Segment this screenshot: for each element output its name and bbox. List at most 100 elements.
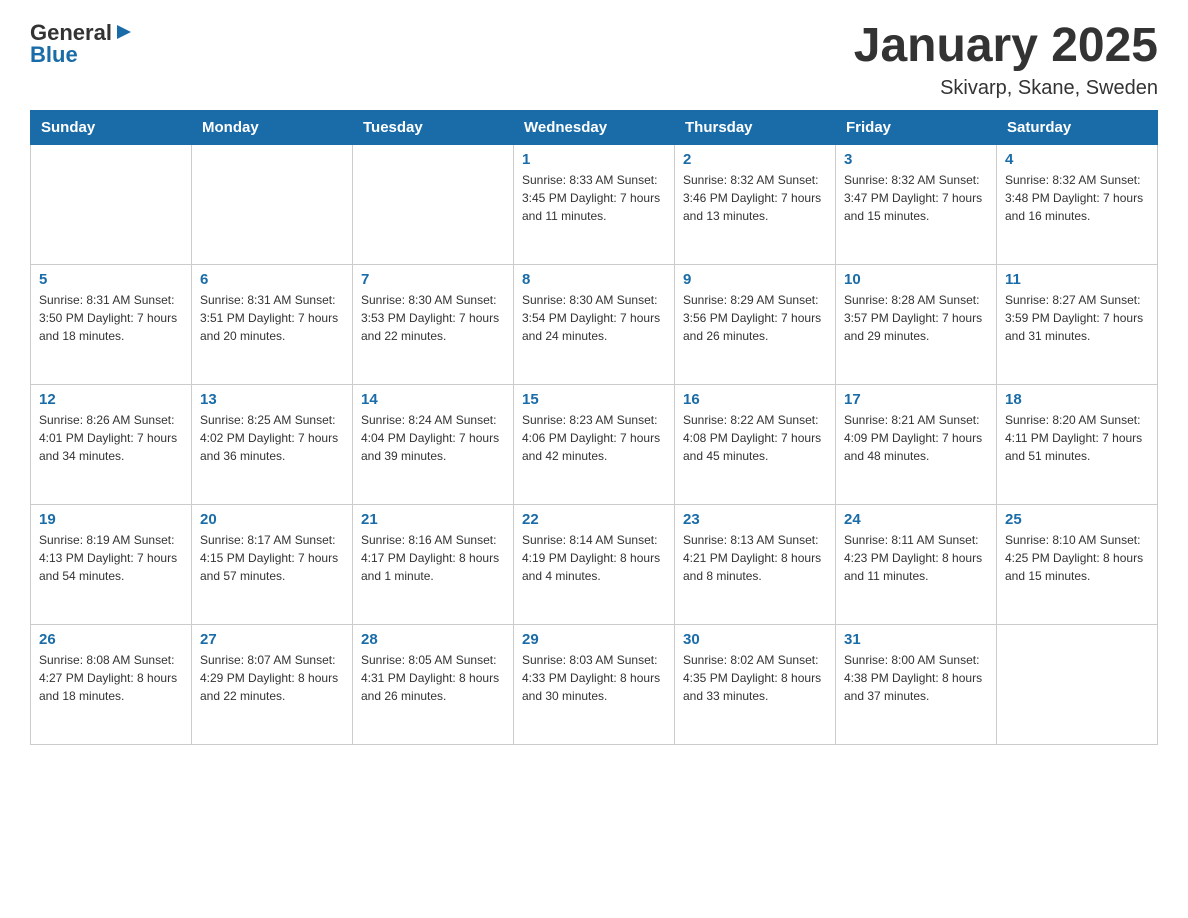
day-number: 30	[683, 631, 827, 648]
calendar-cell: 27 Sunrise: 8:07 AM Sunset: 4:29 PM Dayli…	[192, 624, 353, 744]
calendar-cell: 16 Sunrise: 8:22 AM Sunset: 4:08 PM Dayli…	[675, 384, 836, 504]
calendar-cell: 26 Sunrise: 8:08 AM Sunset: 4:27 PM Dayli…	[31, 624, 192, 744]
day-number: 3	[844, 151, 988, 168]
calendar-week-3: 19 Sunrise: 8:19 AM Sunset: 4:13 PM Dayli…	[31, 504, 1158, 624]
day-number: 22	[522, 511, 666, 528]
day-info: Sunrise: 8:27 AM Sunset: 3:59 PM Dayligh…	[1005, 291, 1149, 345]
calendar-cell: 22 Sunrise: 8:14 AM Sunset: 4:19 PM Dayli…	[514, 504, 675, 624]
day-info: Sunrise: 8:31 AM Sunset: 3:50 PM Dayligh…	[39, 291, 183, 345]
day-number: 2	[683, 151, 827, 168]
day-number: 24	[844, 511, 988, 528]
day-number: 13	[200, 391, 344, 408]
calendar-cell: 24 Sunrise: 8:11 AM Sunset: 4:23 PM Dayli…	[836, 504, 997, 624]
day-number: 8	[522, 271, 666, 288]
day-number: 7	[361, 271, 505, 288]
calendar-title: January 2025	[854, 20, 1158, 73]
day-number: 31	[844, 631, 988, 648]
day-number: 19	[39, 511, 183, 528]
day-info: Sunrise: 8:20 AM Sunset: 4:11 PM Dayligh…	[1005, 411, 1149, 465]
day-info: Sunrise: 8:03 AM Sunset: 4:33 PM Dayligh…	[522, 651, 666, 705]
day-number: 29	[522, 631, 666, 648]
calendar-table: SundayMondayTuesdayWednesdayThursdayFrid…	[30, 110, 1158, 745]
day-number: 20	[200, 511, 344, 528]
calendar-cell: 30 Sunrise: 8:02 AM Sunset: 4:35 PM Dayli…	[675, 624, 836, 744]
calendar-cell: 17Sunrise: 8:21 AM Sunset: 4:09 PM Dayli…	[836, 384, 997, 504]
day-number: 6	[200, 271, 344, 288]
day-info: Sunrise: 8:16 AM Sunset: 4:17 PM Dayligh…	[361, 531, 505, 585]
day-number: 5	[39, 271, 183, 288]
calendar-cell: 6 Sunrise: 8:31 AM Sunset: 3:51 PM Daylig…	[192, 264, 353, 384]
day-info: Sunrise: 8:00 AM Sunset: 4:38 PM Dayligh…	[844, 651, 988, 705]
calendar-body: 1 Sunrise: 8:33 AM Sunset: 3:45 PM Daylig…	[31, 144, 1158, 744]
calendar-cell: 9 Sunrise: 8:29 AM Sunset: 3:56 PM Daylig…	[675, 264, 836, 384]
day-info: Sunrise: 8:08 AM Sunset: 4:27 PM Dayligh…	[39, 651, 183, 705]
day-number: 1	[522, 151, 666, 168]
day-info: Sunrise: 8:07 AM Sunset: 4:29 PM Dayligh…	[200, 651, 344, 705]
header-cell-sunday: Sunday	[31, 110, 192, 144]
day-info: Sunrise: 8:05 AM Sunset: 4:31 PM Dayligh…	[361, 651, 505, 705]
calendar-cell: 29 Sunrise: 8:03 AM Sunset: 4:33 PM Dayli…	[514, 624, 675, 744]
day-number: 25	[1005, 511, 1149, 528]
day-info: Sunrise: 8:14 AM Sunset: 4:19 PM Dayligh…	[522, 531, 666, 585]
header-cell-friday: Friday	[836, 110, 997, 144]
day-number: 16	[683, 391, 827, 408]
day-number: 23	[683, 511, 827, 528]
day-number: 14	[361, 391, 505, 408]
day-info: Sunrise: 8:26 AM Sunset: 4:01 PM Dayligh…	[39, 411, 183, 465]
day-info: Sunrise: 8:22 AM Sunset: 4:08 PM Dayligh…	[683, 411, 827, 465]
day-number: 21	[361, 511, 505, 528]
day-number: 15	[522, 391, 666, 408]
calendar-cell: 15 Sunrise: 8:23 AM Sunset: 4:06 PM Dayli…	[514, 384, 675, 504]
calendar-cell: 10 Sunrise: 8:28 AM Sunset: 3:57 PM Dayli…	[836, 264, 997, 384]
calendar-cell: 5 Sunrise: 8:31 AM Sunset: 3:50 PM Daylig…	[31, 264, 192, 384]
calendar-cell: 2 Sunrise: 8:32 AM Sunset: 3:46 PM Daylig…	[675, 144, 836, 264]
calendar-cell: 12Sunrise: 8:26 AM Sunset: 4:01 PM Dayli…	[31, 384, 192, 504]
day-info: Sunrise: 8:32 AM Sunset: 3:48 PM Dayligh…	[1005, 171, 1149, 225]
day-number: 9	[683, 271, 827, 288]
calendar-cell: 13 Sunrise: 8:25 AM Sunset: 4:02 PM Dayli…	[192, 384, 353, 504]
day-number: 26	[39, 631, 183, 648]
calendar-cell: 19 Sunrise: 8:19 AM Sunset: 4:13 PM Dayli…	[31, 504, 192, 624]
calendar-cell: 25Sunrise: 8:10 AM Sunset: 4:25 PM Dayli…	[997, 504, 1158, 624]
page-header: General Blue January 2025 Skivarp, Skane…	[30, 20, 1158, 100]
header-cell-thursday: Thursday	[675, 110, 836, 144]
day-info: Sunrise: 8:25 AM Sunset: 4:02 PM Dayligh…	[200, 411, 344, 465]
day-info: Sunrise: 8:31 AM Sunset: 3:51 PM Dayligh…	[200, 291, 344, 345]
day-info: Sunrise: 8:28 AM Sunset: 3:57 PM Dayligh…	[844, 291, 988, 345]
calendar-week-0: 1 Sunrise: 8:33 AM Sunset: 3:45 PM Daylig…	[31, 144, 1158, 264]
day-info: Sunrise: 8:17 AM Sunset: 4:15 PM Dayligh…	[200, 531, 344, 585]
day-info: Sunrise: 8:11 AM Sunset: 4:23 PM Dayligh…	[844, 531, 988, 585]
header-cell-tuesday: Tuesday	[353, 110, 514, 144]
day-info: Sunrise: 8:13 AM Sunset: 4:21 PM Dayligh…	[683, 531, 827, 585]
day-number: 27	[200, 631, 344, 648]
calendar-cell	[353, 144, 514, 264]
day-number: 4	[1005, 151, 1149, 168]
calendar-cell: 11 Sunrise: 8:27 AM Sunset: 3:59 PM Dayli…	[997, 264, 1158, 384]
day-info: Sunrise: 8:23 AM Sunset: 4:06 PM Dayligh…	[522, 411, 666, 465]
day-info: Sunrise: 8:02 AM Sunset: 4:35 PM Dayligh…	[683, 651, 827, 705]
calendar-cell: 20 Sunrise: 8:17 AM Sunset: 4:15 PM Dayli…	[192, 504, 353, 624]
calendar-cell: 18Sunrise: 8:20 AM Sunset: 4:11 PM Dayli…	[997, 384, 1158, 504]
logo-arrow-icon	[115, 23, 133, 46]
calendar-cell: 28 Sunrise: 8:05 AM Sunset: 4:31 PM Dayli…	[353, 624, 514, 744]
day-number: 17	[844, 391, 988, 408]
calendar-week-1: 5 Sunrise: 8:31 AM Sunset: 3:50 PM Daylig…	[31, 264, 1158, 384]
calendar-cell: 21 Sunrise: 8:16 AM Sunset: 4:17 PM Dayli…	[353, 504, 514, 624]
calendar-cell: 1 Sunrise: 8:33 AM Sunset: 3:45 PM Daylig…	[514, 144, 675, 264]
day-info: Sunrise: 8:24 AM Sunset: 4:04 PM Dayligh…	[361, 411, 505, 465]
day-info: Sunrise: 8:33 AM Sunset: 3:45 PM Dayligh…	[522, 171, 666, 225]
logo: General Blue	[30, 20, 133, 68]
day-info: Sunrise: 8:32 AM Sunset: 3:46 PM Dayligh…	[683, 171, 827, 225]
calendar-week-4: 26 Sunrise: 8:08 AM Sunset: 4:27 PM Dayli…	[31, 624, 1158, 744]
calendar-cell: 7Sunrise: 8:30 AM Sunset: 3:53 PM Daylig…	[353, 264, 514, 384]
calendar-cell: 4 Sunrise: 8:32 AM Sunset: 3:48 PM Daylig…	[997, 144, 1158, 264]
day-info: Sunrise: 8:32 AM Sunset: 3:47 PM Dayligh…	[844, 171, 988, 225]
day-number: 10	[844, 271, 988, 288]
calendar-week-2: 12Sunrise: 8:26 AM Sunset: 4:01 PM Dayli…	[31, 384, 1158, 504]
day-info: Sunrise: 8:29 AM Sunset: 3:56 PM Dayligh…	[683, 291, 827, 345]
day-number: 28	[361, 631, 505, 648]
calendar-cell	[192, 144, 353, 264]
day-number: 11	[1005, 271, 1149, 288]
day-info: Sunrise: 8:19 AM Sunset: 4:13 PM Dayligh…	[39, 531, 183, 585]
calendar-cell: 8Sunrise: 8:30 AM Sunset: 3:54 PM Daylig…	[514, 264, 675, 384]
